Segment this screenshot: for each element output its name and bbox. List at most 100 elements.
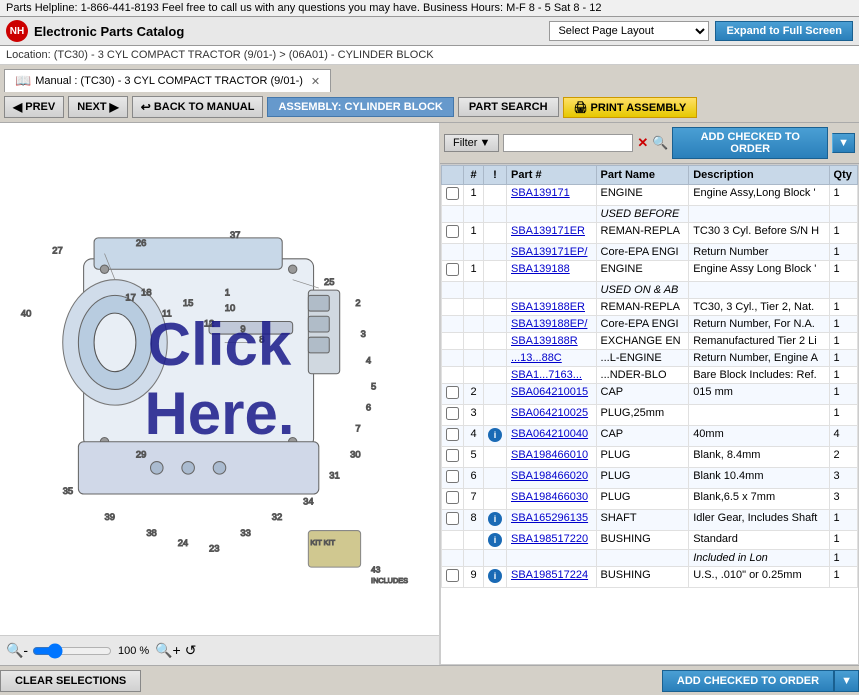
clear-selections-button[interactable]: CLEAR SELECTIONS (0, 670, 141, 692)
info-icon[interactable]: i (488, 512, 502, 526)
part-number-link[interactable]: SBA139188EP/ (511, 318, 587, 330)
svg-text:KIT KIT: KIT KIT (310, 538, 335, 547)
row-qty (829, 282, 857, 299)
next-label: NEXT (77, 101, 106, 113)
part-number-link[interactable]: SBA198466020 (511, 470, 588, 482)
part-search-button[interactable]: PART SEARCH (458, 97, 559, 117)
zoom-slider[interactable] (32, 643, 112, 659)
part-number-link[interactable]: SBA139171 (511, 187, 570, 199)
add-order-bottom-button[interactable]: ADD CHECKED TO ORDER (662, 670, 834, 692)
row-info[interactable]: i (484, 510, 507, 531)
part-number-link[interactable]: SBA198517224 (511, 569, 588, 581)
diagram-panel: 27 26 37 25 40 11 15 12 10 9 8 29 35 39 … (0, 123, 440, 665)
manual-tab[interactable]: 📖 Manual : (TC30) - 3 CYL COMPACT TRACTO… (4, 69, 331, 92)
diagram-footer: 🔍- 100 % 🔍+ ↺ (0, 635, 439, 665)
part-number-link[interactable]: SBA139188R (511, 335, 578, 347)
row-part-number: SBA139188R (507, 333, 597, 350)
row-part-number: SBA198466020 (507, 468, 597, 489)
row-checkbox[interactable] (446, 428, 459, 441)
filter-clear-icon[interactable]: ✕ (637, 135, 648, 151)
row-checkbox[interactable] (446, 512, 459, 525)
zoom-out-button[interactable]: 🔍- (6, 642, 28, 659)
expand-button[interactable]: Expand to Full Screen (715, 21, 853, 41)
add-order-bottom-dropdown[interactable]: ▼ (834, 670, 859, 692)
parts-panel: Filter ▼ ✕ 🔍 ADD CHECKED TO ORDER ▼ # ! … (440, 123, 859, 665)
svg-text:25: 25 (324, 276, 334, 287)
part-number-link[interactable]: SBA165296135 (511, 512, 588, 524)
refresh-button[interactable]: ↺ (185, 642, 197, 659)
part-number-link[interactable]: ...13...88C (511, 352, 562, 364)
prev-button[interactable]: ◀ PREV (4, 96, 64, 118)
filter-dropdown-icon: ▼ (479, 137, 490, 149)
add-checked-to-order-button[interactable]: ADD CHECKED TO ORDER (672, 127, 828, 159)
row-checkbox[interactable] (446, 407, 459, 420)
part-number-link[interactable]: SBA198466030 (511, 491, 588, 503)
row-part-number: SBA064210025 (507, 405, 597, 426)
row-info[interactable]: i (484, 531, 507, 550)
row-info[interactable]: i (484, 567, 507, 588)
table-row: 8iSBA165296135SHAFTIdler Gear, Includes … (442, 510, 858, 531)
row-description: TC30 3 Cyl. Before S/N H (689, 223, 829, 244)
row-checkbox[interactable] (446, 569, 459, 582)
row-info (484, 299, 507, 316)
back-to-manual-button[interactable]: ↩ BACK TO MANUAL (132, 96, 264, 118)
parts-table-body: 1SBA139171ENGINEEngine Assy,Long Block '… (442, 185, 858, 588)
filter-search-icon[interactable]: 🔍 (652, 135, 668, 151)
tab-close-icon[interactable]: ✕ (311, 75, 320, 88)
row-qty: 1 (829, 244, 857, 261)
page-layout-select[interactable]: Select Page Layout (549, 21, 709, 41)
svg-text:17: 17 (125, 292, 135, 303)
parts-table-container[interactable]: # ! Part # Part Name Description Qty 1SB… (440, 164, 859, 665)
row-description: Included in Lon (689, 550, 829, 567)
diagram-area[interactable]: 27 26 37 25 40 11 15 12 10 9 8 29 35 39 … (0, 123, 439, 635)
table-row: 1SBA139171ENGINEEngine Assy,Long Block '… (442, 185, 858, 206)
printer-icon: 🖨 (574, 102, 588, 114)
row-part-name: BUSHING (596, 531, 689, 550)
toolbar: ◀ PREV NEXT ▶ ↩ BACK TO MANUAL ASSEMBLY:… (0, 92, 859, 123)
row-checkbox[interactable] (446, 449, 459, 462)
part-number-link[interactable]: SBA064210015 (511, 386, 588, 398)
add-checked-to-order-dropdown[interactable]: ▼ (832, 133, 855, 153)
filter-input[interactable] (503, 134, 633, 152)
row-checkbox-cell (442, 244, 464, 261)
part-number-link[interactable]: SBA064210025 (511, 407, 588, 419)
zoom-in-button[interactable]: 🔍+ (155, 642, 181, 659)
part-number-link[interactable]: SBA139171EP/ (511, 246, 587, 258)
row-checkbox-cell (442, 567, 464, 588)
table-row: SBA139171EP/Core-EPA ENGIReturn Number1 (442, 244, 858, 261)
filter-button[interactable]: Filter ▼ (444, 134, 499, 152)
row-checkbox[interactable] (446, 225, 459, 238)
info-icon[interactable]: i (488, 569, 502, 583)
part-number-link[interactable]: SBA1...7163... (511, 369, 582, 381)
row-checkbox[interactable] (446, 263, 459, 276)
row-qty: 4 (829, 426, 857, 447)
row-description: Blank,6.5 x 7mm (689, 489, 829, 510)
col-name: Part Name (596, 166, 689, 185)
row-checkbox-cell (442, 531, 464, 550)
filter-bar: Filter ▼ ✕ 🔍 ADD CHECKED TO ORDER ▼ (440, 123, 859, 164)
part-number-link[interactable]: SBA198517220 (511, 533, 588, 545)
print-assembly-button[interactable]: 🖨 PRINT ASSEMBLY (563, 97, 698, 118)
part-number-link[interactable]: SBA139188 (511, 263, 570, 275)
location-bar: Location: (TC30) - 3 CYL COMPACT TRACTOR… (0, 46, 859, 65)
row-checkbox[interactable] (446, 187, 459, 200)
row-info[interactable]: i (484, 426, 507, 447)
part-number-link[interactable]: SBA139188ER (511, 301, 585, 313)
row-checkbox-cell (442, 223, 464, 244)
part-number-link[interactable]: SBA139171ER (511, 225, 585, 237)
info-icon[interactable]: i (488, 428, 502, 442)
svg-text:12: 12 (204, 318, 214, 329)
helpline-text: Parts Helpline: 1-866-441-8193 Feel free… (6, 2, 602, 14)
info-icon[interactable]: i (488, 533, 502, 547)
row-checkbox[interactable] (446, 491, 459, 504)
row-info (484, 468, 507, 489)
row-checkbox[interactable] (446, 470, 459, 483)
row-qty (829, 206, 857, 223)
part-number-link[interactable]: SBA064210040 (511, 428, 588, 440)
part-number-link[interactable]: SBA198466010 (511, 449, 588, 461)
row-checkbox[interactable] (446, 386, 459, 399)
next-button[interactable]: NEXT ▶ (68, 96, 128, 118)
row-part-name: PLUG (596, 489, 689, 510)
row-checkbox-cell (442, 426, 464, 447)
row-number: 2 (464, 384, 484, 405)
